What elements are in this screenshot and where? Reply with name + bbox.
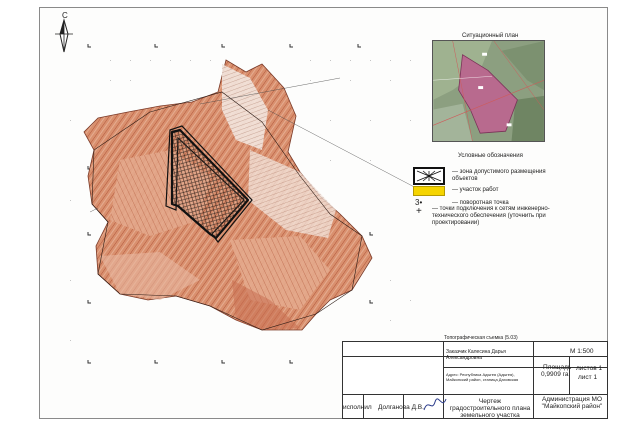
drawing-title: Чертеж градостроительного плана земельно…	[449, 398, 531, 419]
situation-plan-title: Ситуационный план	[462, 33, 519, 39]
area-value: 0,9909 га	[541, 371, 569, 378]
cross-plus-icon: +	[416, 206, 422, 217]
executor-name: Долганова Д.В.	[378, 404, 424, 411]
signature-mark	[423, 398, 447, 411]
customer-label: Заказчик Калесина Дарья Александровна	[446, 349, 506, 361]
sheet-number: лист 1	[578, 374, 598, 381]
executor-label: исполнил	[343, 404, 372, 411]
survey-label: Топографическая съемка (5.03)	[444, 335, 518, 341]
organization-label: Администрация МО "Майкопский район"	[541, 396, 603, 410]
hatched-zone-icon	[413, 167, 445, 185]
legend-connection-label: — точки подключения к сетям инженерно-те…	[432, 206, 550, 226]
legend-zone-label: — зона допустимого размещения объектов	[452, 169, 546, 182]
legend-plot-label: — участок работ	[452, 187, 499, 193]
area-label: Площадь	[543, 364, 572, 371]
scale-label: М 1:500	[570, 348, 594, 355]
address-label: Адрес: Республика Адыгея (Адыгея), Майко…	[446, 372, 519, 382]
situation-plan-map	[432, 40, 545, 142]
legend-title: Условные обозначения	[458, 153, 523, 159]
sheets-count: листов 1	[576, 365, 603, 372]
legend-point-symbol: 3•	[415, 198, 423, 207]
yellow-plot-icon	[413, 186, 445, 196]
